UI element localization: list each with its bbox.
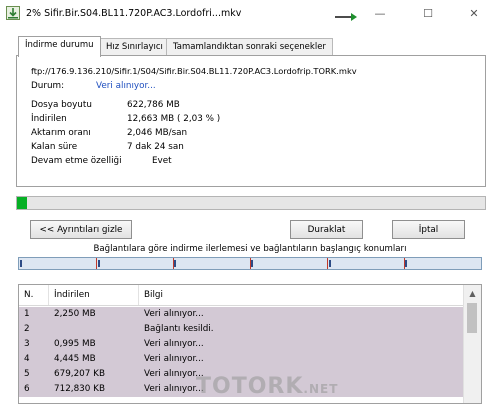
connection-start-marker <box>327 258 328 269</box>
file-size-label: Dosya boyutu <box>31 100 92 110</box>
downloaded-label: İndirilen <box>31 114 67 124</box>
table-header: N. İndirilen Bilgi <box>19 285 463 306</box>
cell-info: Veri alınıyor... <box>144 384 204 394</box>
status-panel: ftp://176.9.136.210/Sifir.1/S04/Sifir.Bi… <box>16 55 486 187</box>
downloaded-value: 12,663 MB ( 2,03 % ) <box>127 114 221 124</box>
hide-details-button[interactable]: << Ayrıntıları gizle <box>30 220 132 239</box>
app-icon <box>6 6 20 20</box>
connection-start-marker <box>96 258 97 269</box>
cell-downloaded: 712,830 KB <box>54 384 105 394</box>
window-title: 2% Sifir.Bir.S04.BL11.720P.AC3.Lordofri.… <box>26 8 242 19</box>
time-left-value: 7 dak 24 san <box>127 142 184 152</box>
download-url: ftp://176.9.136.210/Sifir.1/S04/Sifir.Bi… <box>31 66 357 76</box>
table-row[interactable]: 4 4,445 MB Veri alınıyor... <box>19 352 463 367</box>
tab-speed-limiter[interactable]: Hız Sınırlayıcı <box>99 38 170 56</box>
state-label: Durum: <box>31 81 65 91</box>
column-header-downloaded[interactable]: İndirilen <box>49 285 139 305</box>
resume-capability-label: Devam etme özelliği <box>31 156 122 166</box>
cell-downloaded: 0,995 MB <box>54 339 96 349</box>
connection-progress-marker <box>20 260 22 267</box>
column-header-number[interactable]: N. <box>19 285 49 305</box>
cell-info: Bağlantı kesildi. <box>144 324 214 334</box>
download-arrow-icon <box>335 13 357 21</box>
cancel-button[interactable]: İptal <box>392 220 465 239</box>
cell-number: 6 <box>24 384 30 394</box>
column-header-info[interactable]: Bilgi <box>139 285 463 305</box>
table-scrollbar[interactable]: ▲ <box>463 285 481 403</box>
state-value: Veri alınıyor... <box>96 81 156 91</box>
progress-fill <box>17 197 27 209</box>
cell-number: 1 <box>24 309 30 319</box>
cell-number: 3 <box>24 339 30 349</box>
table-row[interactable]: 1 2,250 MB Veri alınıyor... <box>19 307 463 322</box>
cell-number: 4 <box>24 354 30 364</box>
connection-progress-marker <box>329 260 331 267</box>
transfer-rate-value: 2,046 MB/san <box>127 128 188 138</box>
scroll-thumb[interactable] <box>467 303 477 333</box>
cell-info: Veri alınıyor... <box>144 369 204 379</box>
connections-progress-bar <box>18 257 482 270</box>
cell-number: 2 <box>24 324 30 334</box>
cell-info: Veri alınıyor... <box>144 354 204 364</box>
connection-progress-marker <box>98 260 100 267</box>
connection-progress-marker <box>405 260 407 267</box>
cell-downloaded: 679,207 KB <box>54 369 105 379</box>
maximize-button[interactable]: ☐ <box>414 4 442 24</box>
transfer-rate-label: Aktarım oranı <box>31 128 91 138</box>
download-progress-bar <box>16 196 486 210</box>
watermark-suffix: .NET <box>303 382 339 396</box>
scroll-up-icon[interactable]: ▲ <box>464 285 481 302</box>
watermark-main: TOTORK <box>196 374 304 399</box>
minimize-button[interactable]: — <box>366 4 394 24</box>
cell-number: 5 <box>24 369 30 379</box>
pause-button[interactable]: Duraklat <box>290 220 363 239</box>
tab-after-completion[interactable]: Tamamlandıktan sonraki seçenekler <box>166 38 333 56</box>
table-row[interactable]: 2 Bağlantı kesildi. <box>19 322 463 337</box>
title-bar: 2% Sifir.Bir.S04.BL11.720P.AC3.Lordofri.… <box>0 0 500 28</box>
connection-progress-marker <box>174 260 176 267</box>
file-size-value: 622,786 MB <box>127 100 180 110</box>
time-left-label: Kalan süre <box>31 142 78 152</box>
watermark: TOTORK.NET <box>196 374 338 399</box>
connection-progress-marker <box>251 260 253 267</box>
tab-download-status[interactable]: İndirme durumu <box>18 36 101 57</box>
connections-caption: Bağlantılara göre indirme ilerlemesi ve … <box>93 244 407 254</box>
cell-info: Veri alınıyor... <box>144 339 204 349</box>
cell-downloaded: 4,445 MB <box>54 354 96 364</box>
close-button[interactable]: ✕ <box>460 4 488 24</box>
cell-downloaded: 2,250 MB <box>54 309 96 319</box>
cell-info: Veri alınıyor... <box>144 309 204 319</box>
resume-capability-value: Evet <box>152 156 172 166</box>
table-row[interactable]: 3 0,995 MB Veri alınıyor... <box>19 337 463 352</box>
cell-downloaded <box>49 322 54 337</box>
